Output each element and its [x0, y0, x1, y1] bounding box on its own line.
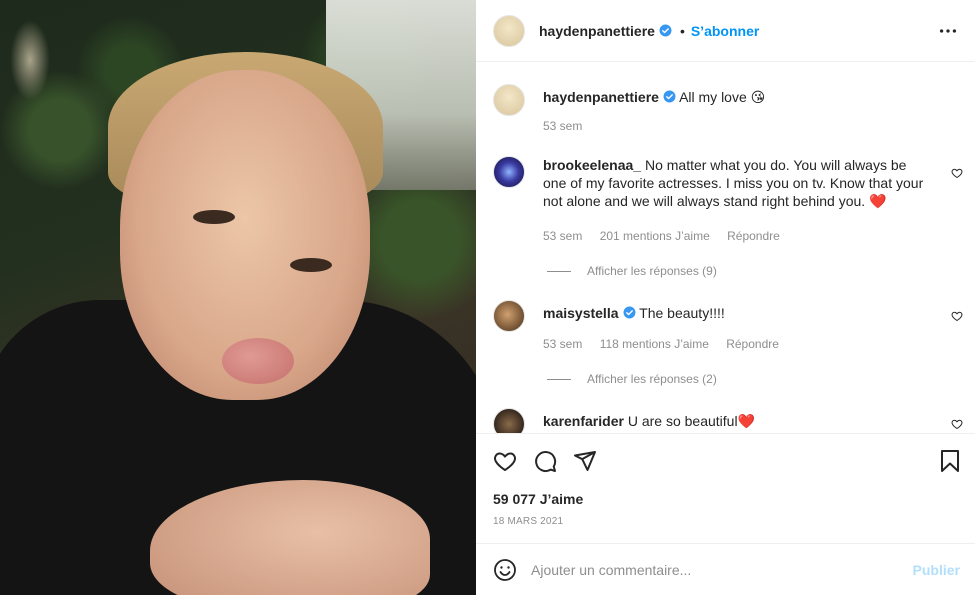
comment-text: U are so beautiful❤️ — [627, 413, 755, 429]
view-replies-label: Afficher les réponses (2) — [587, 372, 717, 386]
photo-eye-left — [193, 210, 235, 224]
comment-username[interactable]: maisystella — [543, 305, 619, 321]
comment-like-heart-icon[interactable] — [951, 310, 963, 322]
replies-divider — [547, 270, 571, 272]
emoji-icon[interactable] — [493, 558, 517, 582]
caption-row: haydenpanettiere All my love 😘 — [493, 84, 963, 116]
caption-time[interactable]: 53 sem — [543, 119, 582, 133]
comment-icon[interactable] — [533, 449, 557, 473]
comment-username[interactable]: brookeelenaa_ — [543, 157, 641, 173]
verified-badge-icon — [623, 306, 635, 319]
comment-input[interactable] — [531, 561, 891, 578]
comment-meta: 53 sem 201 mentions J’aime Répondre — [543, 229, 794, 243]
post-date: 18 MARS 2021 — [493, 516, 564, 527]
caption-meta: 53 sem — [543, 119, 596, 133]
author-avatar[interactable] — [493, 14, 525, 47]
post-actions-bar — [476, 435, 975, 485]
post-header: haydenpanettiere • S’abonner — [476, 0, 975, 62]
comment-text-block: brookeelenaa_ No matter what you do. You… — [543, 156, 933, 210]
author-username[interactable]: haydenpanettiere — [539, 23, 655, 39]
caption-text-block: haydenpanettiere All my love 😘 — [543, 84, 765, 116]
comment-row: maisystella The beauty!!!! — [493, 300, 963, 332]
follow-button[interactable]: S’abonner — [691, 23, 759, 39]
comment-like-heart-icon[interactable] — [951, 167, 963, 179]
comment-likes-count[interactable]: 118 mentions J’aime — [600, 337, 709, 351]
comment-time[interactable]: 53 sem — [543, 229, 582, 243]
replies-divider — [547, 378, 571, 380]
comment-like-heart-icon[interactable] — [951, 418, 963, 430]
publish-button[interactable]: Publier — [913, 562, 960, 578]
view-replies-button[interactable]: Afficher les réponses (2) — [547, 372, 717, 386]
verified-badge-icon — [659, 24, 672, 37]
bookmark-icon[interactable] — [938, 449, 962, 473]
caption-avatar[interactable] — [493, 84, 525, 116]
photo-lips — [222, 338, 294, 384]
comment-text-block: karenfarider U are so beautiful❤️ — [543, 408, 755, 433]
comments-list[interactable]: haydenpanettiere All my love 😘 53 sem br… — [476, 62, 975, 434]
photo-lamp — [10, 20, 50, 100]
verified-badge-icon — [663, 90, 676, 103]
share-icon[interactable] — [573, 449, 597, 473]
comment-time[interactable]: 53 sem — [543, 337, 582, 351]
caption-username[interactable]: haydenpanettiere — [543, 89, 659, 105]
comment-likes-count[interactable]: 201 mentions J’aime — [600, 229, 710, 243]
post-photo[interactable] — [0, 0, 476, 595]
caption-text: All my love 😘 — [679, 89, 766, 105]
comment-avatar[interactable] — [493, 300, 525, 332]
comment-composer: Publier — [476, 543, 975, 595]
heart-icon[interactable] — [493, 449, 517, 473]
photo-eye-right — [290, 258, 332, 272]
likes-count[interactable]: 59 077 J’aime — [493, 491, 583, 507]
view-replies-label: Afficher les réponses (9) — [587, 264, 717, 278]
comment-meta: 53 sem 118 mentions J’aime Répondre — [543, 337, 793, 351]
header-separator: • — [679, 22, 685, 39]
comment-text-block: maisystella The beauty!!!! — [543, 300, 725, 332]
reply-button[interactable]: Répondre — [726, 337, 779, 351]
comment-row: brookeelenaa_ No matter what you do. You… — [493, 156, 963, 210]
comment-username[interactable]: karenfarider — [543, 413, 624, 429]
comment-row: karenfarider U are so beautiful❤️ — [493, 408, 963, 433]
more-icon[interactable] — [937, 20, 959, 42]
comment-text: The beauty!!!! — [639, 305, 725, 321]
post-side-panel: haydenpanettiere • S’abonner haydenpanet… — [476, 0, 975, 595]
view-replies-button[interactable]: Afficher les réponses (9) — [547, 264, 717, 278]
comment-avatar[interactable] — [493, 408, 525, 433]
comment-avatar[interactable] — [493, 156, 525, 188]
reply-button[interactable]: Répondre — [727, 229, 780, 243]
